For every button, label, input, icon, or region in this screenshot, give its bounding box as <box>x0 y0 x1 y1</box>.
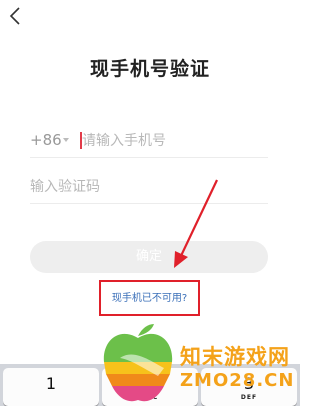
phone-row: +86 <box>30 124 268 158</box>
page-title: 现手机号验证 <box>89 58 210 80</box>
verification-code-input[interactable] <box>30 175 268 199</box>
phone-unavailable-link[interactable]: 现手机已不可用? <box>101 289 198 304</box>
phone-input[interactable] <box>82 129 266 153</box>
numeric-keyboard: 1 2 ABC 3 DEF <box>0 364 300 406</box>
key-3[interactable]: 3 DEF <box>201 368 297 406</box>
caret-down-icon <box>63 138 69 142</box>
back-button[interactable] <box>8 6 28 28</box>
confirm-button[interactable]: 确定 <box>30 241 268 273</box>
code-row <box>30 170 268 204</box>
key-letters: DEF <box>240 394 258 401</box>
key-1[interactable]: 1 <box>3 368 99 406</box>
chevron-left-icon <box>9 7 20 25</box>
key-letters: ABC <box>141 394 159 401</box>
key-digit: 3 <box>243 374 255 393</box>
key-2[interactable]: 2 ABC <box>102 368 198 406</box>
key-digit: 1 <box>45 374 57 393</box>
key-digit: 2 <box>144 374 156 393</box>
country-code-selector[interactable]: +86 <box>30 131 62 149</box>
